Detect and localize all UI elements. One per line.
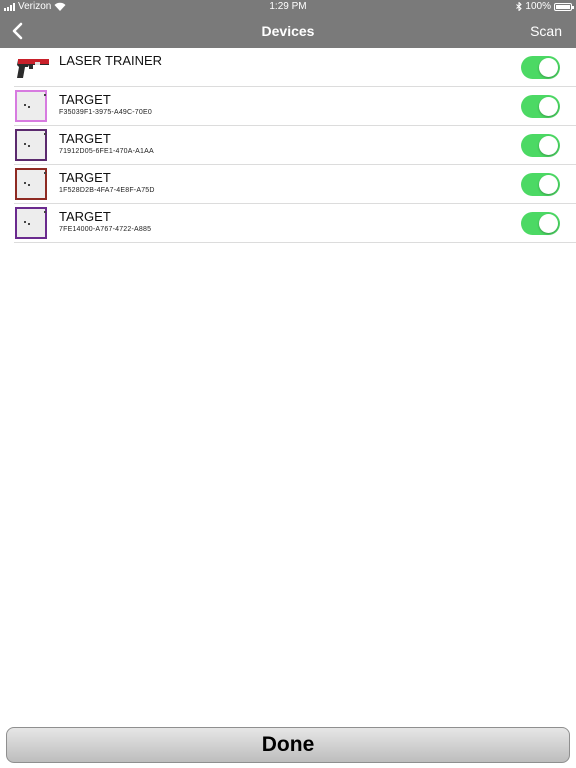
device-name: TARGET bbox=[59, 92, 111, 107]
device-text: TARGET 71912D05-6FE1-470A-A1AA bbox=[59, 131, 154, 155]
laser-pistol-icon bbox=[17, 59, 49, 78]
device-enabled-toggle[interactable] bbox=[521, 134, 560, 157]
device-enabled-toggle[interactable] bbox=[521, 95, 560, 118]
device-name: LASER TRAINER bbox=[59, 53, 163, 68]
device-list: LASER TRAINER TARGET F35039F1-3975-A49C-… bbox=[0, 48, 576, 243]
scan-button[interactable]: Scan bbox=[530, 23, 562, 39]
device-id: 7FE14000-A767-4722-A885 bbox=[59, 226, 152, 233]
device-enabled-toggle[interactable] bbox=[521, 173, 560, 196]
target-icon bbox=[15, 90, 47, 122]
target-icon bbox=[15, 207, 47, 239]
device-id: F35039F1-3975-A49C-70E0 bbox=[59, 109, 152, 116]
device-text: TARGET 1F528D2B-4FA7-4E8F-A75D bbox=[59, 170, 155, 194]
top-bar: Verizon 1:29 PM 100% Devices Scan bbox=[0, 0, 576, 48]
bluetooth-icon bbox=[516, 2, 523, 11]
device-row-target[interactable]: TARGET F35039F1-3975-A49C-70E0 bbox=[14, 87, 576, 126]
device-row-target[interactable]: TARGET 71912D05-6FE1-470A-A1AA bbox=[14, 126, 576, 165]
device-id: 71912D05-6FE1-470A-A1AA bbox=[59, 148, 154, 155]
target-icon bbox=[15, 129, 47, 161]
device-name: TARGET bbox=[59, 209, 111, 224]
device-row-laser-trainer[interactable]: LASER TRAINER bbox=[14, 48, 576, 87]
status-bar: Verizon 1:29 PM 100% bbox=[0, 0, 576, 14]
device-name: TARGET bbox=[59, 170, 111, 185]
battery-icon bbox=[554, 2, 574, 11]
device-row-target[interactable]: TARGET 7FE14000-A767-4722-A885 bbox=[14, 204, 576, 243]
device-id: 1F528D2B-4FA7-4E8F-A75D bbox=[59, 187, 155, 194]
device-enabled-toggle[interactable] bbox=[521, 56, 560, 79]
status-right: 100% bbox=[516, 1, 574, 12]
target-icon bbox=[15, 168, 47, 200]
device-name: TARGET bbox=[59, 131, 111, 146]
battery-percent: 100% bbox=[525, 1, 551, 12]
device-text: TARGET F35039F1-3975-A49C-70E0 bbox=[59, 92, 152, 116]
status-time: 1:29 PM bbox=[269, 1, 307, 12]
device-enabled-toggle[interactable] bbox=[521, 212, 560, 235]
device-text: LASER TRAINER bbox=[59, 53, 162, 70]
device-row-target[interactable]: TARGET 1F528D2B-4FA7-4E8F-A75D bbox=[14, 165, 576, 204]
navigation-bar: Devices Scan bbox=[0, 14, 576, 48]
page-title: Devices bbox=[261, 23, 315, 39]
device-text: TARGET 7FE14000-A767-4722-A885 bbox=[59, 209, 151, 233]
devices-screen: Verizon 1:29 PM 100% Devices Scan LASER … bbox=[0, 0, 576, 768]
done-button[interactable]: Done bbox=[6, 727, 570, 763]
